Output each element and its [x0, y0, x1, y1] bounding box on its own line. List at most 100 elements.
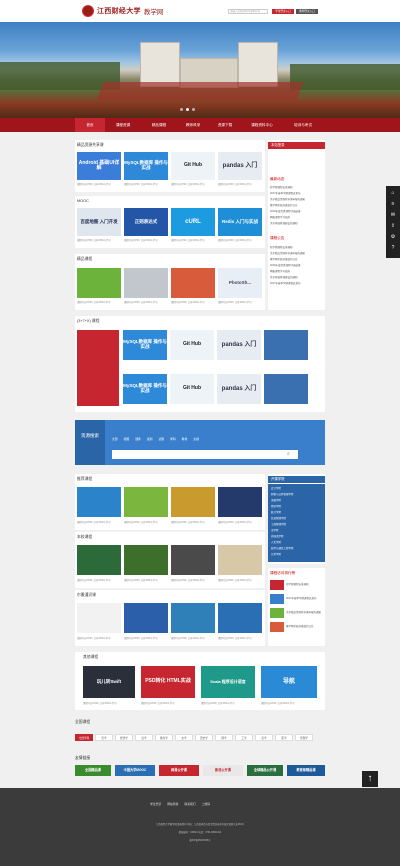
notice-item[interactable]: 教学网系统升级维护公告 — [270, 257, 298, 261]
notice-item[interactable]: 2016年度优秀课程评选结果 — [270, 263, 301, 267]
resource-search-input[interactable] — [112, 450, 298, 459]
latest-item[interactable]: 网络课程学习指南 — [270, 215, 290, 219]
search-link[interactable]: 案例 — [147, 437, 153, 441]
gear-icon[interactable]: ⚙ — [389, 233, 397, 241]
rank-item[interactable]: 新学期课程安排通知 — [286, 582, 309, 586]
latest-item[interactable]: 2016年度优秀课程评选结果 — [270, 209, 301, 213]
category-menu-block[interactable] — [77, 330, 119, 406]
search-link[interactable]: 试题 — [158, 437, 164, 441]
latest-item[interactable]: 关于精品资源共享课申报的通知 — [270, 197, 305, 201]
college-item[interactable]: 信息管理学院 — [271, 516, 286, 520]
notice-item[interactable]: 2017年春季学期课程表发布 — [270, 281, 301, 285]
home-icon[interactable]: ⌂ — [389, 189, 397, 197]
college-item[interactable]: 统计学院 — [271, 510, 281, 514]
notice-item[interactable]: 网络课程学习指南 — [270, 269, 290, 273]
friend-link[interactable]: 网易公开课 — [159, 765, 199, 776]
banner-dot-active[interactable] — [186, 108, 189, 111]
subject-tag[interactable]: 全部学科 — [75, 734, 93, 741]
friend-link[interactable]: 中国大学MOOC — [115, 765, 155, 776]
rank-thumb[interactable] — [270, 608, 284, 618]
search-link[interactable]: 学科 — [170, 437, 176, 441]
subject-tag[interactable]: 文学 — [175, 734, 193, 741]
footer-link[interactable]: 学生登录 — [150, 802, 161, 806]
course-card-github-2[interactable]: Git Hub — [170, 330, 214, 360]
course-card-q3[interactable] — [171, 268, 215, 298]
teacher-login-button[interactable]: 教师登录入口 — [296, 9, 318, 14]
course-card-android[interactable]: Android 基础UI详解 — [77, 152, 121, 180]
friend-link[interactable]: 全国精品课 — [75, 765, 111, 776]
college-item[interactable]: 金融学院 — [271, 498, 281, 502]
subject-tag[interactable]: 经济学 — [115, 734, 133, 741]
chat-icon[interactable]: ✉ — [389, 211, 397, 219]
college-item[interactable]: 外国语学院 — [271, 534, 284, 538]
course-card-pandas-2[interactable]: pandas 入门 — [217, 330, 261, 360]
course-card-s1[interactable] — [264, 330, 308, 360]
course-card-r3[interactable] — [171, 487, 215, 517]
list-icon[interactable]: ≡ — [389, 200, 397, 208]
search-link[interactable]: 文献 — [193, 437, 199, 441]
subject-tag[interactable]: 教育学 — [155, 734, 173, 741]
latest-item[interactable]: 新学期课程安排通知 — [270, 185, 293, 189]
nav-downloads[interactable]: 资源下载 — [209, 118, 241, 132]
college-item[interactable]: 经济学院 — [271, 504, 281, 508]
subject-tag[interactable]: 理学 — [215, 734, 233, 741]
course-card-baidu-map[interactable]: 百度地图 入门开发 — [77, 208, 121, 236]
search-link[interactable]: 课件 — [135, 437, 141, 441]
course-card-mysql-3[interactable]: MySQL数据库 操作与实战 — [123, 374, 167, 404]
college-item[interactable]: 人文学院 — [271, 540, 281, 544]
course-card-q2[interactable] — [124, 268, 168, 298]
nav-teachers[interactable]: 教师风采 — [177, 118, 209, 132]
banner-dot[interactable] — [180, 108, 183, 111]
footer-link[interactable]: 联系我们 — [184, 802, 195, 806]
course-card-mysql-2[interactable]: MySQL数据库 操作与实战 — [123, 330, 167, 360]
search-icon[interactable]: ⌕ — [287, 451, 290, 457]
course-card-g3[interactable] — [171, 603, 215, 633]
course-card-nav[interactable]: 导航 — [261, 666, 317, 698]
notice-item[interactable]: 新学期课程安排通知 — [270, 245, 293, 249]
footer-link[interactable]: 二维码 — [202, 802, 210, 806]
banner-dot[interactable] — [192, 108, 195, 111]
course-card-g1[interactable] — [77, 603, 121, 633]
back-to-top-button[interactable]: ↑ — [362, 771, 378, 787]
friend-link[interactable]: 教育部精品课 — [287, 765, 325, 776]
notice-item[interactable]: 关于开展慕课建设的通知 — [270, 275, 298, 279]
nav-course-resources[interactable]: 课程资源 — [105, 118, 141, 132]
notice-item[interactable]: 关于精品资源共享课申报的通知 — [270, 251, 305, 255]
course-card-s2[interactable] — [264, 374, 308, 404]
subject-tag[interactable]: 工学 — [235, 734, 253, 741]
rank-thumb[interactable] — [270, 594, 284, 604]
course-card-b2[interactable] — [124, 545, 168, 575]
course-card-b3[interactable] — [171, 545, 215, 575]
course-card-curl[interactable]: cURL — [171, 208, 215, 236]
course-card-redis[interactable]: Redis 入门与实战 — [218, 208, 262, 236]
footer-link[interactable]: 网站导航 — [167, 802, 178, 806]
subject-tag[interactable]: 哲学 — [95, 734, 113, 741]
search-link[interactable]: 全部 — [112, 437, 118, 441]
course-card-g2[interactable] — [124, 603, 168, 633]
latest-item[interactable]: 教学网系统升级维护公告 — [270, 203, 298, 207]
share-icon[interactable]: ⇪ — [389, 222, 397, 230]
nav-home[interactable]: 首页 — [75, 118, 105, 132]
college-item[interactable]: 法学院 — [271, 528, 279, 532]
course-card-pandas-3[interactable]: pandas 入门 — [217, 374, 261, 404]
search-link[interactable]: 视频 — [124, 437, 130, 441]
college-item[interactable]: 会计学院 — [271, 486, 281, 490]
subject-tag[interactable]: 法学 — [135, 734, 153, 741]
course-card-scala[interactable]: Scala 程序设计语言 — [201, 666, 255, 698]
rank-thumb[interactable] — [270, 580, 284, 590]
course-card-swift[interactable]: 玩儿转Swift — [83, 666, 135, 698]
header-search-input[interactable]: 请输入您要搜索的课程名称 — [228, 9, 268, 14]
college-item[interactable]: 艺术学院 — [271, 552, 281, 556]
course-card-g4[interactable] — [218, 603, 262, 633]
course-card-r1[interactable] — [77, 487, 121, 517]
course-card-b1[interactable] — [77, 545, 121, 575]
help-icon[interactable]: ? — [389, 244, 397, 252]
subject-tag[interactable]: 医学 — [275, 734, 293, 741]
rank-item[interactable]: 教学网系统升级维护公告 — [286, 624, 314, 628]
course-card-pandas[interactable]: pandas 入门 — [218, 152, 262, 180]
course-card-photoshop[interactable]: PhotoSh... — [218, 268, 262, 298]
course-card-mysql[interactable]: MySQL数据库 操作与实战 — [124, 152, 168, 180]
nav-quality-courses[interactable]: 精品课程 — [141, 118, 177, 132]
rank-thumb[interactable] — [270, 622, 284, 632]
nav-training[interactable]: 培训与考试 — [283, 118, 323, 132]
